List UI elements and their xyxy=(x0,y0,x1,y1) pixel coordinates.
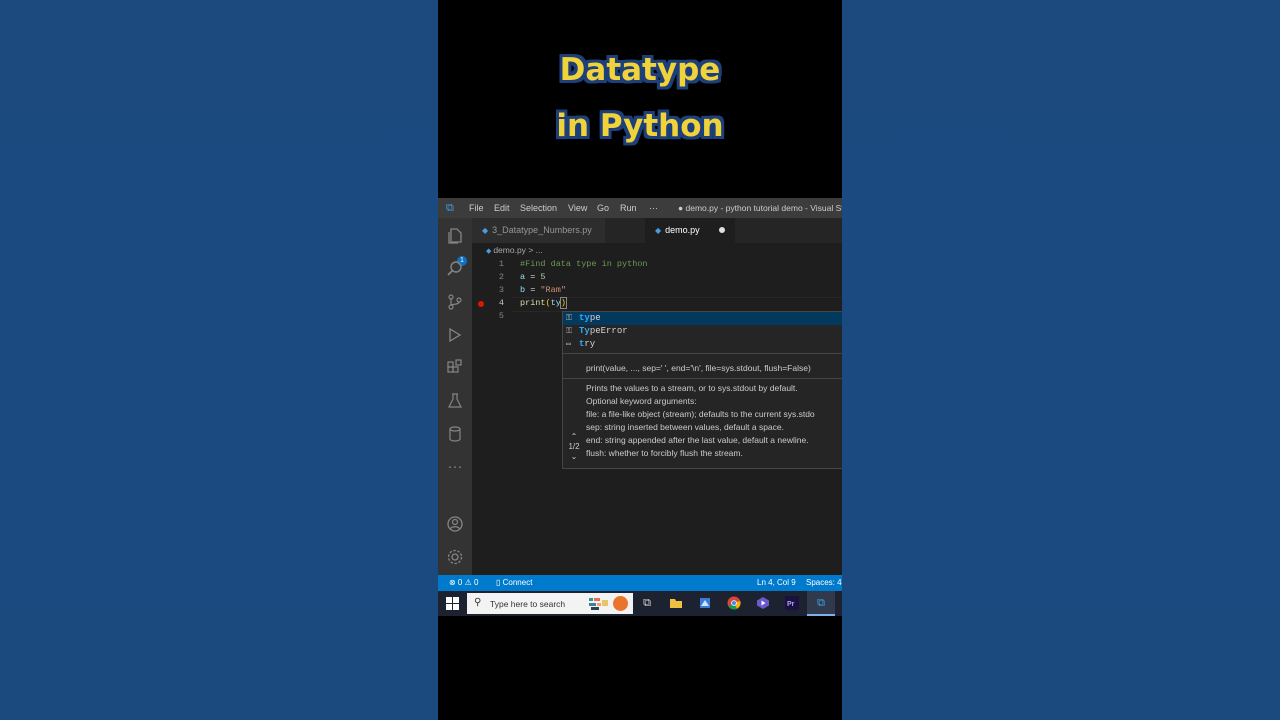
vscode-taskbar-icon[interactable]: ⧉ xyxy=(814,596,828,610)
pager-count: 1/2 xyxy=(568,442,580,451)
code-line-3: b = "Ram" xyxy=(520,285,566,295)
overlay-title-line2: in Python xyxy=(556,108,724,144)
overlay-title: Datatype in Python xyxy=(438,42,842,154)
editor-tabs: ◆ 3_Datatype_Numbers.py ◆ demo.py xyxy=(472,218,842,243)
line-number: 1 xyxy=(498,259,504,269)
file-explorer-icon[interactable] xyxy=(669,596,683,610)
problems-indicator[interactable]: ⊗ 0 ⚠ 0 xyxy=(449,575,478,591)
line-number: 4 xyxy=(498,298,504,308)
line-number: 3 xyxy=(498,285,504,295)
search-highlight-icon xyxy=(589,598,608,610)
code-line-2: a = 5 xyxy=(520,272,546,282)
menu-run[interactable]: Run xyxy=(620,203,637,213)
suggestion-label: TypeError xyxy=(579,326,628,336)
right-background xyxy=(842,0,1280,720)
chevron-down-icon[interactable]: ⌄ xyxy=(565,452,583,462)
tab-demo[interactable]: ◆ demo.py xyxy=(645,218,735,243)
menu-selection[interactable]: Selection xyxy=(520,203,557,213)
breadcrumb-sep: > xyxy=(528,245,534,255)
activity-bar: 1 ··· xyxy=(438,218,472,575)
explorer-icon[interactable] xyxy=(446,227,464,245)
suggestion-label: type xyxy=(579,313,601,323)
chrome-icon[interactable] xyxy=(727,596,741,610)
tab-label: demo.py xyxy=(665,225,700,235)
search-icon[interactable] xyxy=(446,260,464,278)
signature-text: print(value, ..., sep=' ', end='\n', fil… xyxy=(586,363,811,373)
code-line-4: print(ty) xyxy=(520,297,567,309)
source-control-icon[interactable] xyxy=(446,293,464,311)
run-debug-icon[interactable] xyxy=(446,326,464,344)
vscode-window: ⧉ File Edit Selection View Go Run ··· ● … xyxy=(438,198,842,591)
breadcrumb: ◆ demo.py > ... xyxy=(486,245,543,255)
doc-line: sep: string inserted between values, def… xyxy=(586,422,784,432)
left-background xyxy=(0,0,438,720)
video-frame: Datatype in Python ⧉ File Edit Selection… xyxy=(438,0,842,720)
window-title: ● demo.py - python tutorial demo - Visua… xyxy=(678,203,842,213)
premiere-pro-icon[interactable]: Pr xyxy=(785,596,799,610)
cursor-position[interactable]: Ln 4, Col 9 xyxy=(757,575,796,591)
menu-file[interactable]: File xyxy=(469,203,484,213)
database-icon[interactable] xyxy=(446,425,464,443)
more-icon[interactable]: ··· xyxy=(446,458,464,476)
suggestion-try[interactable]: ▭ try xyxy=(563,338,842,351)
doc-line: file: a file-like object (stream); defau… xyxy=(586,409,815,419)
recorder-app-icon[interactable] xyxy=(756,596,770,610)
function-icon: ⚿ xyxy=(566,314,573,323)
windows-taskbar: ⚲ Type here to search ⧉ Pr ⧉ xyxy=(438,591,842,616)
suggestion-typeerror[interactable]: ⚿ TypeError xyxy=(563,325,842,338)
menu-go[interactable]: Go xyxy=(597,203,609,213)
accounts-icon[interactable] xyxy=(446,515,464,533)
code-line-1: #Find data type in python xyxy=(520,259,648,269)
manage-gear-icon[interactable] xyxy=(446,548,464,566)
doc-line: Optional keyword arguments: xyxy=(586,396,697,406)
breadcrumb-rest[interactable]: ... xyxy=(536,245,543,255)
keyword-icon: ▭ xyxy=(566,340,571,349)
status-bar: ⊗ 0 ⚠ 0 ▯ Connect Ln 4, Col 9 Spaces: 4 xyxy=(438,575,842,591)
extensions-icon[interactable] xyxy=(446,359,464,377)
line-number: 5 xyxy=(498,311,504,321)
signature-help: print(value, ..., sep=' ', end='\n', fil… xyxy=(562,353,842,469)
testing-icon[interactable] xyxy=(446,392,464,410)
search-placeholder: Type here to search xyxy=(490,599,566,609)
unsaved-dot-icon[interactable] xyxy=(719,227,725,233)
svg-text:Pr: Pr xyxy=(787,601,795,608)
tab-label: 3_Datatype_Numbers.py xyxy=(492,225,592,235)
indentation[interactable]: Spaces: 4 xyxy=(806,575,842,591)
python-file-icon: ◆ xyxy=(655,226,662,235)
breadcrumb-file[interactable]: demo.py xyxy=(493,245,526,255)
overlay-title-line1: Datatype xyxy=(559,52,721,88)
signature-pager: ⌃ 1/2 ⌄ xyxy=(565,432,583,462)
line-number: 2 xyxy=(498,272,504,282)
taskbar-search[interactable]: ⚲ Type here to search xyxy=(467,593,633,614)
menu-more[interactable]: ··· xyxy=(649,203,658,213)
menu-edit[interactable]: Edit xyxy=(494,203,510,213)
menu-view[interactable]: View xyxy=(568,203,587,213)
windows-start-icon[interactable] xyxy=(446,597,459,610)
connect-button[interactable]: ▯ Connect xyxy=(496,575,532,591)
python-file-icon: ◆ xyxy=(482,226,489,235)
chevron-up-icon[interactable]: ⌃ xyxy=(565,432,583,442)
tab-datatype-numbers[interactable]: ◆ 3_Datatype_Numbers.py xyxy=(472,218,605,243)
database-small-icon: ▯ xyxy=(496,578,503,587)
task-view-icon[interactable]: ⧉ xyxy=(640,596,654,610)
doc-line: end: string appended after the last valu… xyxy=(586,435,809,445)
suggestion-type[interactable]: ⚿ type xyxy=(563,312,842,325)
divider xyxy=(563,378,842,379)
vscode-logo-icon: ⧉ xyxy=(446,202,454,214)
suggestion-label: try xyxy=(579,339,596,349)
suggest-widget: ⚿ type ⚿ TypeError ▭ try xyxy=(562,311,842,354)
doc-line: Prints the values to a stream, or to sys… xyxy=(586,383,798,393)
search-icon: ⚲ xyxy=(474,597,482,608)
title-bar: ⧉ File Edit Selection View Go Run ··· ● … xyxy=(438,198,842,218)
class-icon: ⚿ xyxy=(566,327,573,336)
app-icon[interactable] xyxy=(698,596,712,610)
basketball-icon xyxy=(613,596,628,611)
doc-line: flush: whether to forcibly flush the str… xyxy=(586,448,743,458)
